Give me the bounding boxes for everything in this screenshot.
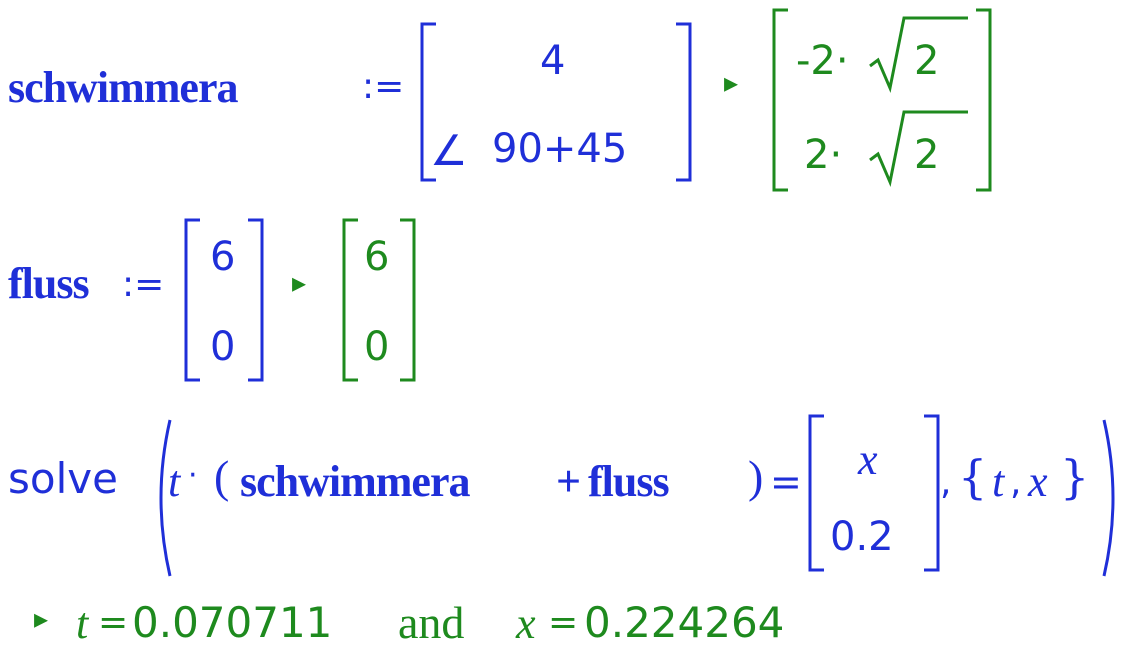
result-element-bottom: 0 <box>364 324 390 370</box>
math-line-schwimmera[interactable]: schwimmera := 4 ∠ 90+45 ▸ -2· 2 2· 2 <box>0 0 1139 200</box>
right-paren-large <box>1102 419 1115 577</box>
matrix-element-bottom: 0 <box>210 324 236 370</box>
function-name-solve: solve <box>8 454 118 503</box>
result-top-radicand: 2 <box>914 38 940 84</box>
result-equals-2: = <box>548 602 579 643</box>
math-line-fluss[interactable]: fluss := 6 0 ▸ 6 0 <box>0 210 1139 390</box>
assign-operator: := <box>362 66 405 107</box>
result-t-value: 0.070711 <box>132 598 333 647</box>
right-bracket-result-matrix <box>976 8 992 192</box>
left-bracket-target-matrix <box>808 414 824 572</box>
set-variable-t: t <box>992 457 1005 506</box>
set-brace-close: } <box>1060 450 1090 504</box>
matrix-element-top: 6 <box>210 234 236 280</box>
result-bottom-coefficient: 2· <box>804 132 843 178</box>
comma-separator: , <box>940 462 952 503</box>
right-bracket-target-matrix <box>924 414 940 572</box>
angle-icon: ∠ <box>430 126 468 175</box>
result-equals-1: = <box>98 602 129 643</box>
variable-schwimmera: schwimmera <box>240 457 470 506</box>
left-bracket-result-matrix <box>772 8 788 192</box>
paren-open: ( <box>214 451 230 502</box>
left-bracket-result-matrix <box>342 218 358 382</box>
multiply-dot: · <box>188 458 198 493</box>
assign-operator: := <box>122 264 165 305</box>
variable-t: t <box>168 457 181 506</box>
result-arrow-icon: ▸ <box>34 602 49 635</box>
result-x-value: 0.224264 <box>584 598 785 647</box>
variable-fluss: fluss <box>588 457 670 506</box>
result-element-top: 6 <box>364 234 390 280</box>
right-bracket-input-matrix <box>676 22 692 182</box>
paren-close: ) <box>748 451 764 502</box>
result-arrow-icon: ▸ <box>292 266 307 299</box>
right-bracket-input-matrix <box>248 218 264 382</box>
result-and-word: and <box>398 597 465 648</box>
variable-name-fluss: fluss <box>8 259 90 308</box>
result-top-coefficient: -2· <box>796 38 849 84</box>
math-line-solve[interactable]: solve t · ( schwimmera + fluss ) = x 0.2… <box>0 400 1139 590</box>
math-line-result[interactable]: ▸ t = 0.070711 and x = 0.224264 <box>0 590 1139 660</box>
set-comma: , <box>1010 462 1022 503</box>
matrix-element-x: x <box>858 435 878 484</box>
matrix-element-top: 4 <box>540 38 566 84</box>
right-bracket-result-matrix <box>400 218 416 382</box>
matrix-element-angle-expr: 90+45 <box>492 126 628 172</box>
set-brace-open: { <box>958 450 988 504</box>
left-bracket-input-matrix <box>184 218 200 382</box>
set-variable-x: x <box>1028 457 1048 506</box>
plus-operator: + <box>556 457 581 506</box>
equals-operator: = <box>770 460 802 504</box>
result-bottom-radicand: 2 <box>914 132 940 178</box>
matrix-element-0-2: 0.2 <box>830 514 894 560</box>
variable-name-schwimmera: schwimmera <box>8 63 238 112</box>
result-arrow-icon: ▸ <box>724 66 739 99</box>
result-variable-x: x <box>516 599 536 648</box>
result-variable-t: t <box>76 599 89 648</box>
